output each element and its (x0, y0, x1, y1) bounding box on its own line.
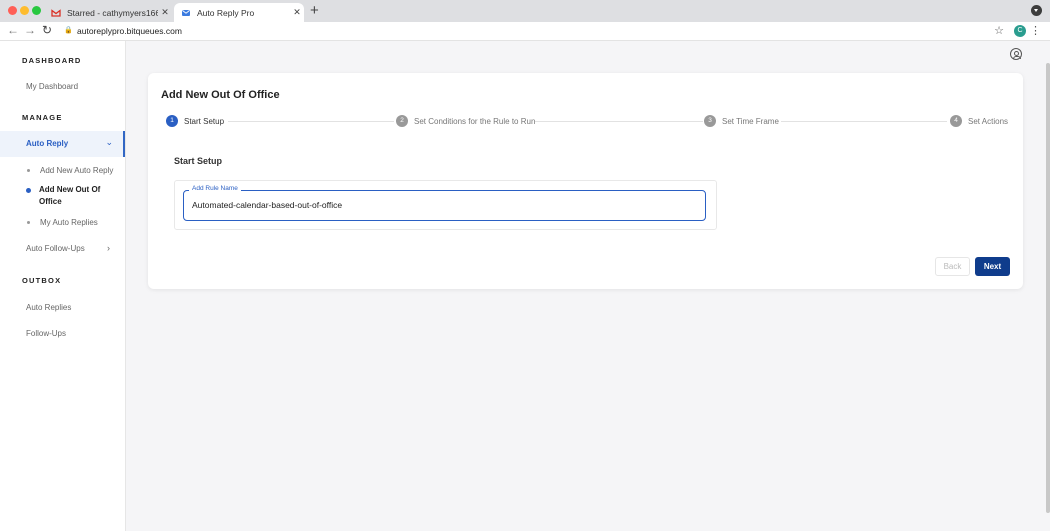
page-title: Add New Out Of Office (161, 89, 280, 101)
next-button[interactable]: Next (975, 257, 1010, 276)
chevron-right-icon: › (107, 243, 110, 253)
step-number: 2 (396, 115, 408, 127)
sidebar-item-add-new-auto-reply[interactable]: Add New Auto Reply (26, 166, 113, 175)
rule-name-value: Automated-calendar-based-out-of-office (192, 200, 343, 210)
maximize-window-button[interactable] (32, 6, 41, 15)
tab-title: Starred - cathymyers166@gm... (67, 7, 158, 18)
gmail-icon (51, 8, 61, 17)
sidebar-item-my-dashboard[interactable]: My Dashboard (26, 82, 78, 91)
bullet-icon (26, 188, 31, 193)
sidebar-item-auto-replies[interactable]: Auto Replies (26, 303, 71, 312)
close-icon[interactable]: ✕ (290, 7, 304, 18)
bullet-icon (27, 169, 30, 172)
sidebar-item-label: Add New Auto Reply (40, 166, 114, 175)
sidebar-item-label: Add New Out Of Office (39, 185, 101, 206)
sidebar-item-auto-reply[interactable]: Auto Reply ⌄ (0, 131, 125, 157)
forward-arrow-icon[interactable]: → (24, 23, 36, 37)
step-label: Set Time Frame (722, 116, 779, 126)
address-bar[interactable]: autoreplypro.bitqueues.com (77, 26, 182, 36)
chevron-down-icon: ⌄ (105, 137, 113, 147)
step-label: Set Conditions for the Rule to Run (414, 116, 536, 126)
browser-tab-auto-reply-pro[interactable]: Auto Reply Pro ✕ (174, 3, 304, 22)
main-content: Add New Out Of Office 1 Start Setup 2 Se… (126, 41, 1050, 531)
browser-toolbar: ← → ↻ 🔒 autoreplypro.bitqueues.com ☆ C ⋮ (0, 22, 1050, 41)
step-connector (781, 121, 947, 122)
section-title-outbox: OUTBOX (22, 276, 62, 285)
sidebar-item-auto-follow-ups[interactable]: Auto Follow-Ups (26, 244, 85, 253)
sidebar-item-label: Auto Reply (26, 139, 69, 148)
step-set-time-frame: 3 Set Time Frame (704, 115, 779, 127)
reload-icon[interactable]: ↻ (42, 23, 52, 37)
step-connector (535, 121, 703, 122)
profile-avatar[interactable]: C (1014, 25, 1026, 37)
step-set-actions: 4 Set Actions (950, 115, 1008, 127)
bullet-icon (27, 221, 30, 224)
scrollbar[interactable] (1046, 63, 1050, 513)
app-logo-icon (182, 9, 190, 16)
tab-search-icon[interactable] (1031, 5, 1042, 16)
sidebar-item-add-new-out-of-office[interactable]: Add New Out Of Office (26, 184, 116, 208)
minimize-window-button[interactable] (20, 6, 29, 15)
bookmark-star-icon[interactable]: ☆ (994, 24, 1004, 37)
section-title-manage: MANAGE (22, 113, 63, 122)
close-icon[interactable]: ✕ (158, 7, 172, 18)
browser-menu-icon[interactable]: ⋮ (1030, 24, 1041, 37)
sidebar-item-my-auto-replies[interactable]: My Auto Replies (26, 218, 98, 227)
close-window-button[interactable] (8, 6, 17, 15)
step-start-setup: 1 Start Setup (166, 115, 224, 127)
tab-title: Auto Reply Pro (197, 7, 255, 18)
section-title-dashboard: DASHBOARD (22, 56, 82, 65)
wizard-card: Add New Out Of Office 1 Start Setup 2 Se… (148, 73, 1023, 289)
sidebar-item-follow-ups[interactable]: Follow-Ups (26, 329, 66, 338)
step-set-conditions: 2 Set Conditions for the Rule to Run (396, 115, 535, 127)
back-button[interactable]: Back (935, 257, 970, 276)
new-tab-button[interactable]: + (310, 2, 319, 19)
browser-tab-gmail[interactable]: Starred - cathymyers166@gm... ✕ (44, 3, 172, 22)
step-number: 3 (704, 115, 716, 127)
step-connector (228, 121, 394, 122)
sidebar-item-label: My Auto Replies (40, 218, 98, 227)
step-label: Start Setup (184, 116, 225, 126)
browser-tab-bar: Starred - cathymyers166@gm... ✕ Auto Rep… (0, 0, 1050, 22)
sidebar: DASHBOARD My Dashboard MANAGE Auto Reply… (0, 41, 126, 531)
step-label: Set Actions (968, 116, 1009, 126)
step-number: 1 (166, 115, 178, 127)
user-account-icon[interactable] (1010, 48, 1022, 60)
step-number: 4 (950, 115, 962, 127)
lock-icon: 🔒 (64, 27, 73, 34)
back-arrow-icon[interactable]: ← (7, 23, 19, 37)
section-heading: Start Setup (174, 156, 223, 166)
rule-name-label: Add Rule Name (189, 185, 241, 192)
